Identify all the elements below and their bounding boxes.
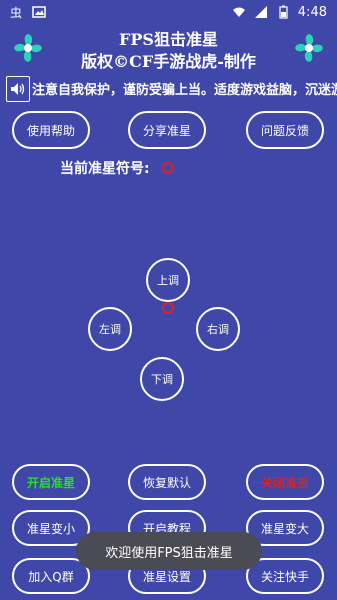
current-crosshair-icon <box>162 162 174 174</box>
follow-kuaishou-button[interactable]: 关注快手 <box>246 558 324 594</box>
move-down-button[interactable]: 下调 <box>140 357 184 401</box>
enable-crosshair-button[interactable]: 开启准星 <box>12 464 90 500</box>
disable-crosshair-button[interactable]: 关闭准星 <box>246 464 324 500</box>
speaker-icon[interactable] <box>6 76 30 102</box>
fan-logo-icon <box>289 28 329 68</box>
image-icon <box>32 5 46 19</box>
welcome-toast: 欢迎使用FPS狙击准星 <box>76 532 262 570</box>
app-title: FPS狙击准星 <box>119 30 218 49</box>
app-notification-icon: 虫 <box>10 5 24 20</box>
reset-default-button[interactable]: 恢复默认 <box>128 464 206 500</box>
join-qq-group-button[interactable]: 加入Q群 <box>12 558 90 594</box>
share-crosshair-button[interactable]: 分享准星 <box>128 111 206 149</box>
svg-text:虫: 虫 <box>10 6 22 19</box>
help-button[interactable]: 使用帮助 <box>12 111 90 149</box>
current-crosshair-label: 当前准星符号: <box>60 161 150 177</box>
crosshair-preview-icon <box>162 302 174 314</box>
move-left-button[interactable]: 左调 <box>88 307 132 351</box>
notice-marquee: 注意自我保护，谨防受骗上当。适度游戏益脑，沉迷游戏伤身。 <box>0 76 337 102</box>
app-header: FPS狙击准星 版权©CF手游战虎-制作 <box>0 24 337 74</box>
feedback-button[interactable]: 问题反馈 <box>246 111 324 149</box>
wifi-icon <box>232 5 246 19</box>
notice-text: 注意自我保护，谨防受骗上当。适度游戏益脑，沉迷游戏伤身。 <box>32 83 337 98</box>
status-time: 4:48 <box>297 4 327 20</box>
move-right-button[interactable]: 右调 <box>196 307 240 351</box>
battery-icon <box>276 5 290 19</box>
move-up-button[interactable]: 上调 <box>146 258 190 302</box>
signal-icon <box>254 5 268 19</box>
status-bar: 虫 4:48 <box>0 0 337 24</box>
app-subtitle: 版权©CF手游战虎-制作 <box>81 52 256 71</box>
